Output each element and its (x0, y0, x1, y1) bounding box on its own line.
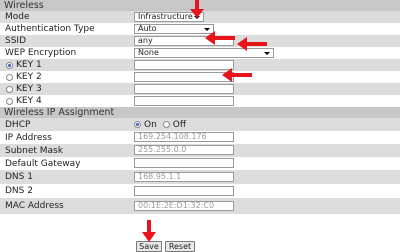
subnet-input[interactable]: 255.255.0.0 (134, 145, 234, 155)
save-button[interactable]: Save (136, 241, 162, 252)
dhcp-label: DHCP (5, 119, 31, 130)
dhcp-row: DHCP On Off (0, 118, 400, 131)
dhcp-off-label[interactable]: Off (173, 120, 186, 130)
mode-label: Mode (5, 12, 30, 22)
mac-row: MAC Address 00:1E:2E:D1:32:C0 (0, 198, 400, 214)
mode-value: Infrastructure (138, 12, 193, 21)
radio-icon[interactable] (6, 73, 13, 81)
radio-icon[interactable] (6, 85, 13, 93)
ip-address-value: 169.254.108.176 (138, 132, 207, 141)
arrow-down-icon (190, 0, 204, 18)
auth-select[interactable]: Auto (134, 24, 214, 34)
ssid-row: SSID any (0, 35, 400, 47)
arrow-left-icon (222, 68, 252, 82)
subnet-value: 255.255.0.0 (138, 145, 187, 154)
key4-row: KEY 4 (0, 95, 400, 107)
dhcp-off-radio[interactable] (162, 121, 170, 128)
arrow-left-icon (205, 31, 235, 45)
key4-input[interactable] (134, 96, 234, 106)
subnet-label: Subnet Mask (5, 145, 63, 156)
dhcp-on-label[interactable]: On (144, 120, 157, 130)
dhcp-on-radio[interactable] (134, 121, 141, 128)
gateway-row: Default Gateway (0, 157, 400, 170)
dns1-label: DNS 1 (5, 172, 33, 182)
dhcp-options: On Off (134, 120, 186, 130)
key4-label: KEY 4 (16, 96, 42, 106)
mac-input[interactable]: 00:1E:2E:D1:32:C0 (134, 201, 234, 211)
key1-option[interactable]: KEY 1 (6, 60, 42, 70)
chevron-down-icon (264, 52, 270, 55)
key1-input[interactable] (134, 60, 234, 70)
gateway-input[interactable] (134, 158, 234, 168)
auth-value: Auto (138, 24, 157, 33)
arrow-down-icon (142, 220, 156, 242)
radio-icon[interactable] (6, 61, 13, 69)
subnet-row: Subnet Mask 255.255.0.0 (0, 144, 400, 157)
key1-row: KEY 1 (0, 59, 400, 71)
wep-label: WEP Encryption (5, 48, 77, 58)
dns1-row: DNS 1 168.95.1.1 (0, 170, 400, 184)
wep-row: WEP Encryption None (0, 47, 400, 59)
dns1-value: 168.95.1.1 (138, 172, 182, 181)
section-title: Wireless IP Assignment (4, 107, 115, 118)
arrow-left-icon (237, 37, 267, 51)
ssid-value: any (138, 36, 153, 45)
wep-value: None (138, 48, 159, 57)
key3-option[interactable]: KEY 3 (6, 84, 42, 94)
reset-button[interactable]: Reset (165, 241, 195, 252)
key3-input[interactable] (134, 84, 234, 94)
key1-label: KEY 1 (16, 60, 42, 70)
auth-label: Authentication Type (5, 24, 95, 34)
key2-option[interactable]: KEY 2 (6, 72, 42, 82)
key3-row: KEY 3 (0, 83, 400, 95)
mac-label: MAC Address (5, 201, 64, 211)
ssid-label: SSID (5, 36, 27, 46)
mac-value: 00:1E:2E:D1:32:C0 (138, 201, 215, 210)
dns2-row: DNS 2 (0, 184, 400, 198)
key4-option[interactable]: KEY 4 (6, 96, 42, 106)
dns1-input[interactable]: 168.95.1.1 (134, 172, 234, 182)
ip-row: IP Address 169.254.108.176 (0, 131, 400, 144)
radio-icon[interactable] (6, 97, 13, 105)
auth-row: Authentication Type Auto (0, 23, 400, 35)
key2-input[interactable] (134, 72, 234, 82)
ip-address-input[interactable]: 169.254.108.176 (134, 132, 234, 142)
key2-row: KEY 2 (0, 71, 400, 83)
ip-label: IP Address (5, 132, 52, 143)
section-header-ip: Wireless IP Assignment (0, 107, 400, 118)
key3-label: KEY 3 (16, 84, 42, 94)
section-title: Wireless (4, 0, 44, 11)
dns2-label: DNS 2 (5, 186, 33, 196)
key2-label: KEY 2 (16, 72, 42, 82)
dns2-input[interactable] (134, 186, 234, 196)
gateway-label: Default Gateway (5, 158, 81, 169)
